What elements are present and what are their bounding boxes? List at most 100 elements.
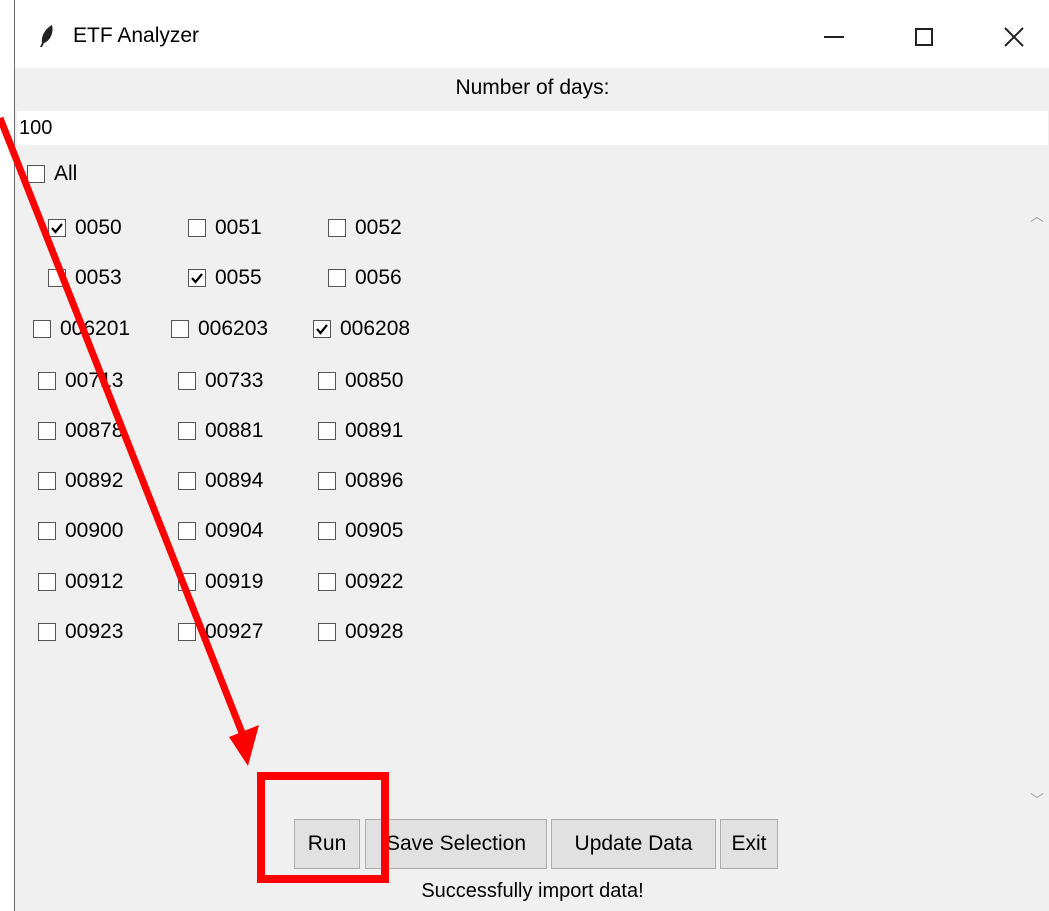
checkbox-box[interactable] bbox=[318, 422, 336, 440]
all-checkbox[interactable]: All bbox=[27, 162, 77, 186]
checkbox-box[interactable] bbox=[48, 269, 66, 287]
etf-checkbox-label: 00892 bbox=[65, 469, 124, 492]
close-button[interactable] bbox=[979, 14, 1049, 60]
maximize-icon bbox=[915, 28, 933, 46]
title-bar: ETF Analyzer bbox=[15, 0, 1049, 68]
etf-checkbox-label: 00733 bbox=[205, 369, 264, 392]
etf-checkbox-label: 00912 bbox=[65, 570, 124, 593]
checkbox-box[interactable] bbox=[188, 269, 206, 287]
etf-checkbox[interactable]: 006201 bbox=[33, 317, 130, 341]
checkbox-box[interactable] bbox=[178, 623, 196, 641]
etf-checkbox-label: 0052 bbox=[355, 216, 402, 239]
etf-checkbox[interactable]: 00923 bbox=[38, 620, 123, 644]
etf-checkbox[interactable]: 00927 bbox=[178, 620, 263, 644]
save-selection-button[interactable]: Save Selection bbox=[365, 819, 547, 869]
etf-checkbox-label: 0053 bbox=[75, 266, 122, 289]
vertical-scrollbar[interactable]: ︿ ﹀ bbox=[1027, 196, 1047, 816]
checkbox-box[interactable] bbox=[38, 422, 56, 440]
etf-checkbox-label: 00850 bbox=[345, 369, 404, 392]
status-message: Successfully import data! bbox=[421, 880, 644, 902]
etf-checkbox[interactable]: 00878 bbox=[38, 419, 123, 443]
etf-checkbox-label: 00894 bbox=[205, 469, 264, 492]
etf-checkbox[interactable]: 00922 bbox=[318, 570, 403, 594]
etf-checkbox[interactable]: 0053 bbox=[48, 266, 122, 290]
checkmark-icon bbox=[51, 223, 63, 234]
etf-checkbox[interactable]: 00905 bbox=[318, 519, 403, 543]
etf-checkbox[interactable]: 0056 bbox=[328, 266, 402, 290]
checkbox-box[interactable] bbox=[38, 472, 56, 490]
checkbox-box[interactable] bbox=[48, 219, 66, 237]
etf-checkbox[interactable]: 0051 bbox=[188, 216, 262, 240]
etf-checkbox-label: 00896 bbox=[345, 469, 404, 492]
feather-icon bbox=[40, 25, 53, 47]
etf-checkbox-label: 00878 bbox=[65, 419, 124, 442]
etf-checkbox-label: 00900 bbox=[65, 519, 124, 542]
etf-checkbox[interactable]: 00881 bbox=[178, 419, 263, 443]
update-data-button[interactable]: Update Data bbox=[551, 819, 716, 869]
checkbox-box[interactable] bbox=[33, 320, 51, 338]
etf-checkbox[interactable]: 00900 bbox=[38, 519, 123, 543]
exit-button[interactable]: Exit bbox=[720, 819, 778, 869]
etf-checkbox-label: 00919 bbox=[205, 570, 264, 593]
etf-checkbox-label: 006208 bbox=[340, 317, 411, 340]
etf-checkbox[interactable]: 00894 bbox=[178, 469, 263, 493]
checkbox-box[interactable] bbox=[318, 623, 336, 641]
etf-checkbox[interactable]: 00892 bbox=[38, 469, 123, 493]
checkbox-box[interactable] bbox=[178, 472, 196, 490]
etf-checkbox-label: 00713 bbox=[65, 369, 124, 392]
checkmark-icon bbox=[316, 324, 328, 335]
etf-checkbox[interactable]: 0050 bbox=[48, 216, 122, 240]
etf-checkbox-label: 00927 bbox=[205, 620, 264, 643]
etf-checkbox[interactable]: 0052 bbox=[328, 216, 402, 240]
minimize-icon bbox=[824, 36, 844, 38]
etf-checkbox[interactable]: 00919 bbox=[178, 570, 263, 594]
etf-checkbox-label: 006201 bbox=[60, 317, 131, 340]
etf-checkbox[interactable]: 00891 bbox=[318, 419, 403, 443]
maximize-button[interactable] bbox=[889, 14, 959, 60]
etf-checkbox[interactable]: 00912 bbox=[38, 570, 123, 594]
checkbox-box[interactable] bbox=[178, 372, 196, 390]
etf-checkbox-label: 00891 bbox=[345, 419, 404, 442]
checkbox-box[interactable] bbox=[38, 573, 56, 591]
etf-checkbox[interactable]: 00904 bbox=[178, 519, 263, 543]
checkbox-box[interactable] bbox=[38, 522, 56, 540]
etf-checkbox[interactable]: 00850 bbox=[318, 369, 403, 393]
etf-checkbox-label: 00928 bbox=[345, 620, 404, 643]
scroll-up-icon[interactable]: ︿ bbox=[1027, 206, 1047, 226]
etf-checkbox[interactable]: 0055 bbox=[188, 266, 262, 290]
checkbox-box[interactable] bbox=[27, 165, 45, 183]
etf-checkbox[interactable]: 00713 bbox=[38, 369, 123, 393]
checkbox-box[interactable] bbox=[38, 623, 56, 641]
checkbox-box[interactable] bbox=[328, 219, 346, 237]
scroll-down-icon[interactable]: ﹀ bbox=[1027, 790, 1047, 810]
etf-checkbox[interactable]: 006203 bbox=[171, 317, 268, 341]
etf-checkbox[interactable]: 00896 bbox=[318, 469, 403, 493]
checkbox-box[interactable] bbox=[178, 573, 196, 591]
window-title: ETF Analyzer bbox=[73, 24, 200, 47]
checkbox-box[interactable] bbox=[318, 372, 336, 390]
etf-checkbox-label: 0055 bbox=[215, 266, 262, 289]
close-icon bbox=[1004, 27, 1024, 47]
etf-checkbox[interactable]: 006208 bbox=[313, 317, 410, 341]
checkbox-box[interactable] bbox=[313, 320, 331, 338]
etf-checkbox-label: 0056 bbox=[355, 266, 402, 289]
checkbox-box[interactable] bbox=[318, 573, 336, 591]
checkbox-box[interactable] bbox=[178, 422, 196, 440]
etf-checkbox-label: 00881 bbox=[205, 419, 264, 442]
etf-checkbox[interactable]: 00928 bbox=[318, 620, 403, 644]
etf-checkbox-label: 00923 bbox=[65, 620, 124, 643]
checkbox-box[interactable] bbox=[318, 522, 336, 540]
app-window: ETF Analyzer Number of days: All 0050 005… bbox=[14, 0, 1049, 911]
checkbox-box[interactable] bbox=[318, 472, 336, 490]
days-input[interactable] bbox=[17, 111, 1048, 145]
checkbox-box[interactable] bbox=[178, 522, 196, 540]
etf-checkbox-label: 00904 bbox=[205, 519, 264, 542]
minimize-button[interactable] bbox=[799, 14, 869, 60]
run-button[interactable]: Run bbox=[294, 819, 360, 869]
checkbox-box[interactable] bbox=[328, 269, 346, 287]
checkmark-icon bbox=[191, 273, 203, 284]
checkbox-box[interactable] bbox=[38, 372, 56, 390]
checkbox-box[interactable] bbox=[188, 219, 206, 237]
etf-checkbox[interactable]: 00733 bbox=[178, 369, 263, 393]
checkbox-box[interactable] bbox=[171, 320, 189, 338]
